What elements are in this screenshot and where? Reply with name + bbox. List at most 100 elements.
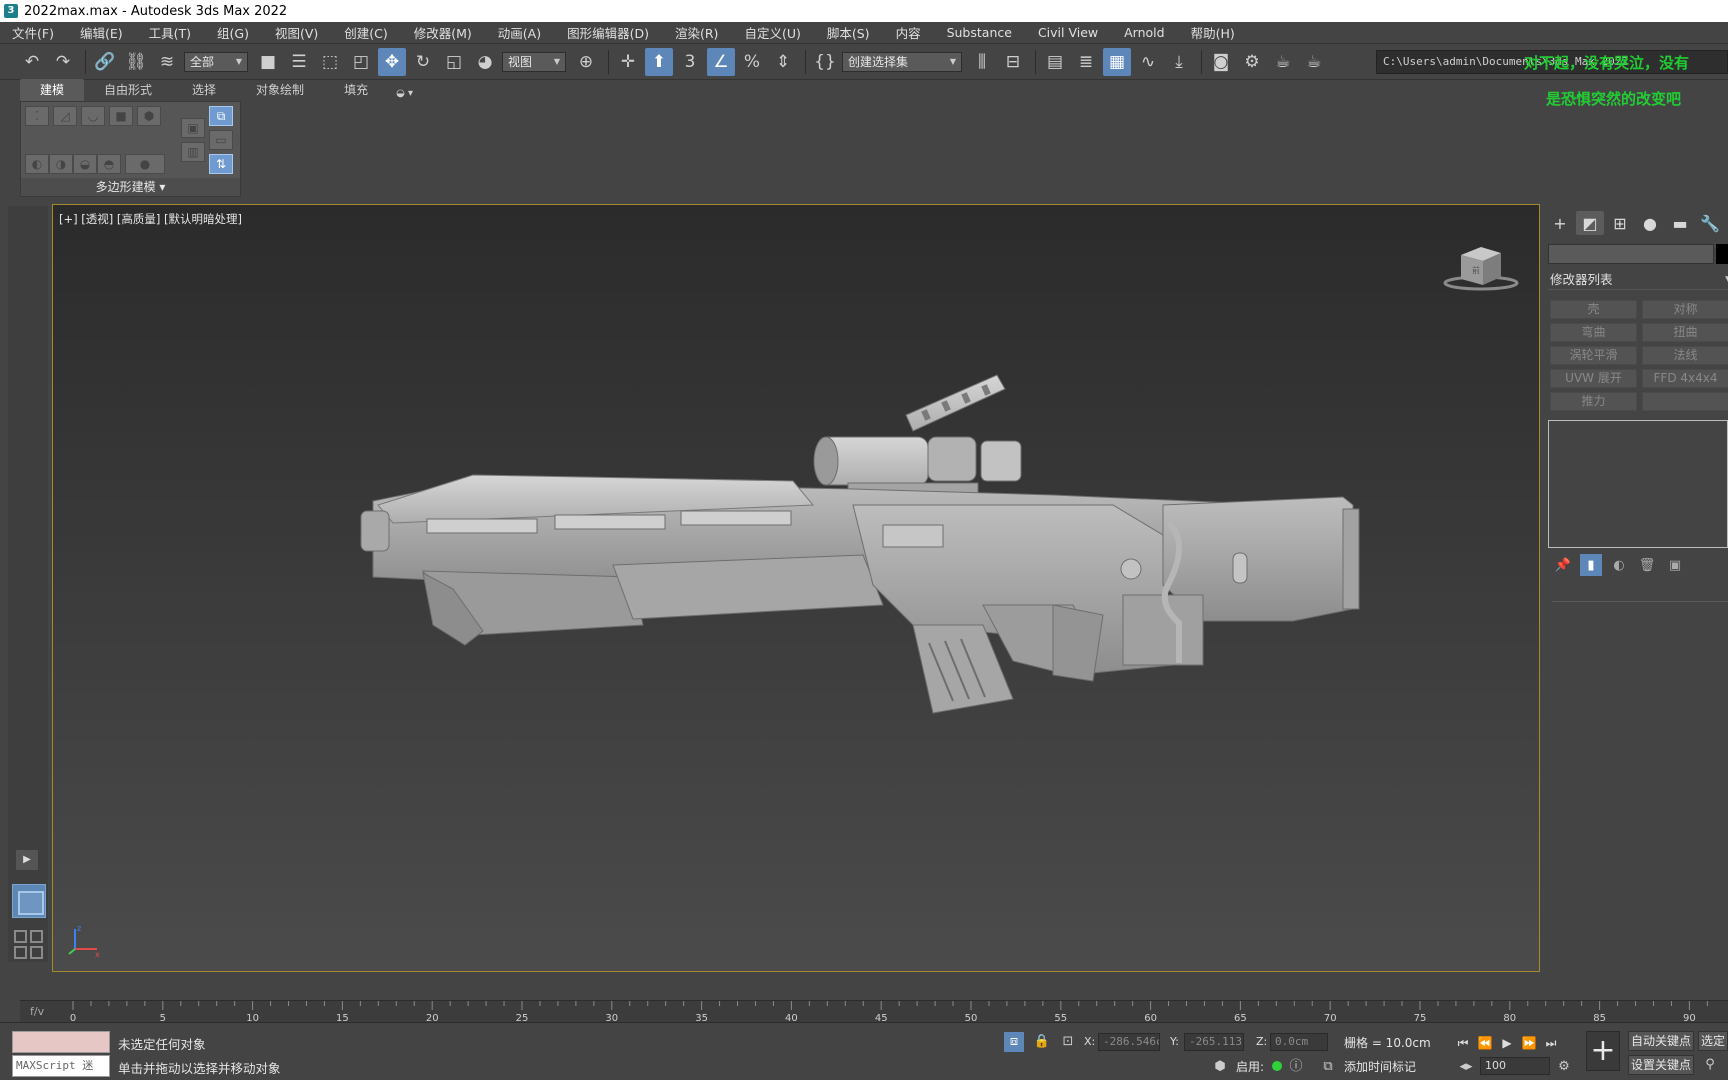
menu-modifiers[interactable]: 修改器(M) [414,23,472,42]
modifier-turbosmooth-button[interactable]: 涡轮平滑 [1550,346,1637,365]
snaps-toggle-icon[interactable]: 3 [676,48,704,76]
align-icon[interactable]: ⊟ [999,48,1027,76]
bind-space-warp-icon[interactable]: ≋ [153,48,181,76]
layer-explorer-icon[interactable]: ≣ [1072,48,1100,76]
manipulate-icon[interactable]: ✛ [614,48,642,76]
menu-tools[interactable]: 工具(T) [149,23,191,42]
preview-icon[interactable]: ◒ [73,154,97,174]
rect-selection-icon[interactable]: ⬚ [316,48,344,76]
pivot-center-icon[interactable]: ⊕ [572,48,600,76]
ribbon-tab-modeling[interactable]: 建模 [20,79,85,101]
modifier-stack[interactable] [1548,420,1728,548]
percent-snap-icon[interactable]: % [738,48,766,76]
show-end-result-icon[interactable]: ▮ [1580,554,1602,576]
time-tag-label[interactable]: 添加时间标记 [1344,1058,1416,1075]
modifier-normal-button[interactable]: 法线 [1642,346,1728,365]
adaptive-degradation-icon[interactable]: ⬢ [1210,1057,1230,1077]
modifier-bend-button[interactable]: 弯曲 [1550,323,1637,342]
vertex-mode-icon[interactable]: ⁚ [25,106,49,126]
absolute-transform-icon[interactable]: ⊡ [1058,1032,1078,1052]
selection-filter-dropdown[interactable]: 全部 ▼ [184,51,248,72]
unlink-icon[interactable]: ⛓ [122,48,150,76]
set-key-button[interactable]: 设置关键点 [1628,1055,1694,1075]
window-crossing-icon[interactable]: ◰ [347,48,375,76]
modifier-push-button[interactable]: 推力 [1550,392,1637,411]
expand-layout-icon[interactable]: ▶ [16,850,38,870]
auto-key-button[interactable]: 自动关键点 [1628,1031,1694,1051]
stack-level-icon[interactable]: ◑ [49,154,73,174]
render-setup-icon[interactable]: ⚙ [1238,48,1266,76]
show-end-result-icon[interactable]: ▣ [181,118,205,138]
go-to-end-icon[interactable]: ⏭ [1540,1033,1562,1053]
menu-help[interactable]: 帮助(H) [1191,23,1235,42]
curve-editor-icon[interactable]: ∿ [1134,48,1162,76]
object-name-field[interactable] [1548,244,1714,264]
y-coord-field[interactable]: -265.113c [1184,1033,1244,1051]
modifier-ffd-button[interactable]: FFD 4x4x4 [1642,369,1728,388]
edge-mode-icon[interactable]: ◿ [53,106,77,126]
ribbon-tab-object-paint[interactable]: 对象绘制 [236,79,324,101]
maxscript-listener-input[interactable]: MAXScript 迷 [12,1055,110,1077]
render-production-icon[interactable]: ☕ [1300,48,1328,76]
scene-explorer-icon[interactable]: ▤ [1041,48,1069,76]
pin-stack-icon[interactable]: ⧉ [209,106,233,126]
render-frame-icon[interactable]: ☕ [1269,48,1297,76]
menu-civil-view[interactable]: Civil View [1038,25,1098,40]
pin-stack-icon[interactable]: 📌 [1552,554,1574,576]
link-icon[interactable]: 🔗 [91,48,119,76]
named-selection-dropdown[interactable]: 创建选择集 ▼ [842,51,962,72]
modify-mode-icon[interactable]: ◐ [25,154,49,174]
menu-rendering[interactable]: 渲染(R) [675,23,718,42]
mirror-icon[interactable]: ⫼ [968,48,996,76]
utilities-tab-icon[interactable]: 🔧 [1696,211,1724,235]
z-coord-field[interactable]: 0.0cm [1270,1033,1328,1051]
modifier-list-dropdown[interactable]: 修改器列表 ▼ [1548,270,1728,290]
display-tab-icon[interactable]: ▬ [1666,211,1694,235]
modifier-empty-button[interactable] [1642,392,1728,411]
ribbon-tab-populate[interactable]: 填充 [324,79,388,101]
single-viewport-layout-icon[interactable] [12,884,46,918]
menu-customize[interactable]: 自定义(U) [744,23,800,42]
angle-snap-icon[interactable]: ∠ [707,47,735,76]
selection-lock-icon[interactable]: 🔒 [1032,1032,1052,1052]
collapse-stack-icon[interactable]: ▥ [181,142,205,162]
border-mode-icon[interactable]: ◡ [81,106,105,126]
select-scale-icon[interactable]: ◱ [440,48,468,76]
time-config-icon[interactable]: ⚙ [1554,1057,1574,1077]
perspective-viewport[interactable]: [+] [透视] [高质量] [默认明暗处理] 前 z x [52,204,1540,972]
configure-modifier-sets-icon[interactable]: ▣ [1664,554,1686,576]
select-by-name-icon[interactable]: ☰ [285,48,313,76]
modifier-twist-button[interactable]: 扭曲 [1642,323,1728,342]
next-modifier-icon[interactable]: ▭ [209,130,233,150]
make-unique-icon[interactable]: ◐ [1608,554,1630,576]
go-to-start-icon[interactable]: ⏮ [1452,1033,1474,1053]
menu-substance[interactable]: Substance [947,25,1012,40]
redo-icon[interactable]: ↷ [49,48,77,76]
menu-view[interactable]: 视图(V) [275,23,318,42]
current-frame-field[interactable]: 100 [1480,1057,1550,1075]
material-editor-icon[interactable]: ◙ [1207,48,1235,76]
menu-create[interactable]: 创建(C) [344,23,387,42]
undo-icon[interactable]: ↶ [18,48,46,76]
edit-named-selection-icon[interactable]: {} [811,48,839,76]
placement-icon[interactable]: ◕ [471,48,499,76]
time-tag-icon[interactable]: ⧉ [1318,1057,1338,1077]
modifier-symmetry-button[interactable]: 对称 [1642,300,1728,319]
reference-coord-dropdown[interactable]: 视图 ▼ [502,51,566,72]
ribbon-panel-label[interactable]: 多边形建模 ▾ [21,178,240,196]
menu-animation[interactable]: 动画(A) [498,23,541,42]
modifier-uvw-unwrap-button[interactable]: UVW 展开 [1550,369,1637,388]
key-mode-icon[interactable]: ◂▸ [1456,1057,1476,1077]
menu-group[interactable]: 组(G) [217,23,249,42]
modify-tab-icon[interactable]: ◩ [1576,211,1604,235]
maxscript-listener-top[interactable] [12,1031,110,1053]
spinner-snap-icon[interactable]: ⇕ [769,48,797,76]
object-color-swatch[interactable] [1716,244,1728,264]
isolate-selection-icon[interactable]: ⧈ [1004,1032,1024,1052]
menu-edit[interactable]: 编辑(E) [80,23,123,42]
select-rotate-icon[interactable]: ↻ [409,48,437,76]
info-icon[interactable]: ⓘ [1286,1057,1306,1077]
ribbon-tab-selection[interactable]: 选择 [172,79,236,101]
select-move-icon[interactable]: ✥ [378,47,406,76]
menu-content[interactable]: 内容 [896,23,921,42]
